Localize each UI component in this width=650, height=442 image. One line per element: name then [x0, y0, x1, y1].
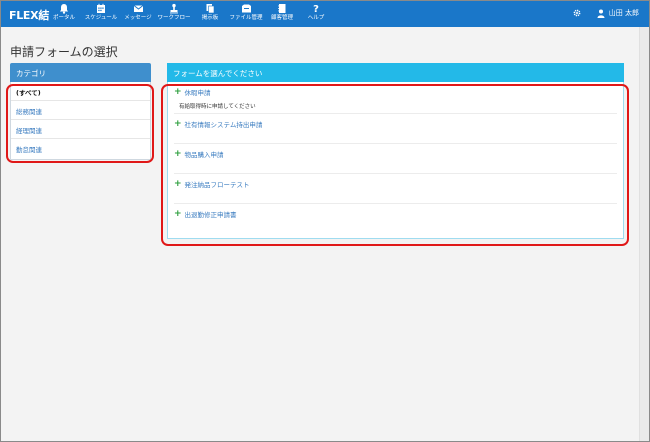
- nav-label: ポータル: [52, 15, 75, 21]
- nav-portal[interactable]: ポータル: [49, 3, 79, 26]
- nav-customer[interactable]: 顧客管理: [268, 3, 296, 26]
- app-logo[interactable]: FLEX結: [9, 7, 49, 23]
- user-icon: [597, 9, 605, 18]
- calendar-icon: [97, 3, 105, 13]
- mail-icon: [133, 5, 143, 12]
- nav-label: スケジュール: [84, 15, 118, 21]
- bell-icon: [60, 4, 68, 14]
- nav-file-management[interactable]: ファイル管理: [228, 3, 264, 26]
- customer-book-icon: [278, 4, 286, 13]
- highlight-box-forms: [161, 84, 629, 246]
- nav-label: ワークフロー: [157, 15, 191, 21]
- highlight-box-category: [6, 84, 154, 163]
- board-icon: [206, 4, 215, 14]
- svg-text:?: ?: [313, 4, 319, 14]
- nav-schedule[interactable]: スケジュール: [83, 3, 119, 26]
- nav-workflow[interactable]: ワークフロー: [157, 3, 191, 26]
- user-menu[interactable]: 山田 太郎: [573, 8, 639, 18]
- top-nav-bar: FLEX結 ポータル スケジュール メッセージ ワークフロー 掲示板 ファイル管…: [1, 1, 649, 27]
- nav-label: 顧客管理: [270, 15, 293, 21]
- help-icon: ?: [313, 4, 319, 14]
- nav-label: メッセージ: [124, 15, 152, 21]
- category-header: カテゴリ: [10, 63, 151, 82]
- folder-icon: [241, 4, 251, 13]
- nav-label: ヘルプ: [307, 15, 325, 21]
- workflow-stamp-icon: [170, 3, 178, 14]
- form-header: フォームを選んでください: [167, 63, 624, 82]
- nav-help[interactable]: ? ヘルプ: [305, 3, 327, 26]
- nav-message[interactable]: メッセージ: [122, 3, 154, 26]
- page-title: 申請フォームの選択: [10, 45, 118, 59]
- nav-board[interactable]: 掲示板: [197, 3, 223, 26]
- user-name: 山田 太郎: [608, 9, 639, 17]
- nav-label: ファイル管理: [229, 15, 263, 21]
- vertical-scrollbar[interactable]: [639, 27, 649, 441]
- gear-icon[interactable]: [573, 9, 581, 17]
- nav-label: 掲示板: [201, 15, 219, 21]
